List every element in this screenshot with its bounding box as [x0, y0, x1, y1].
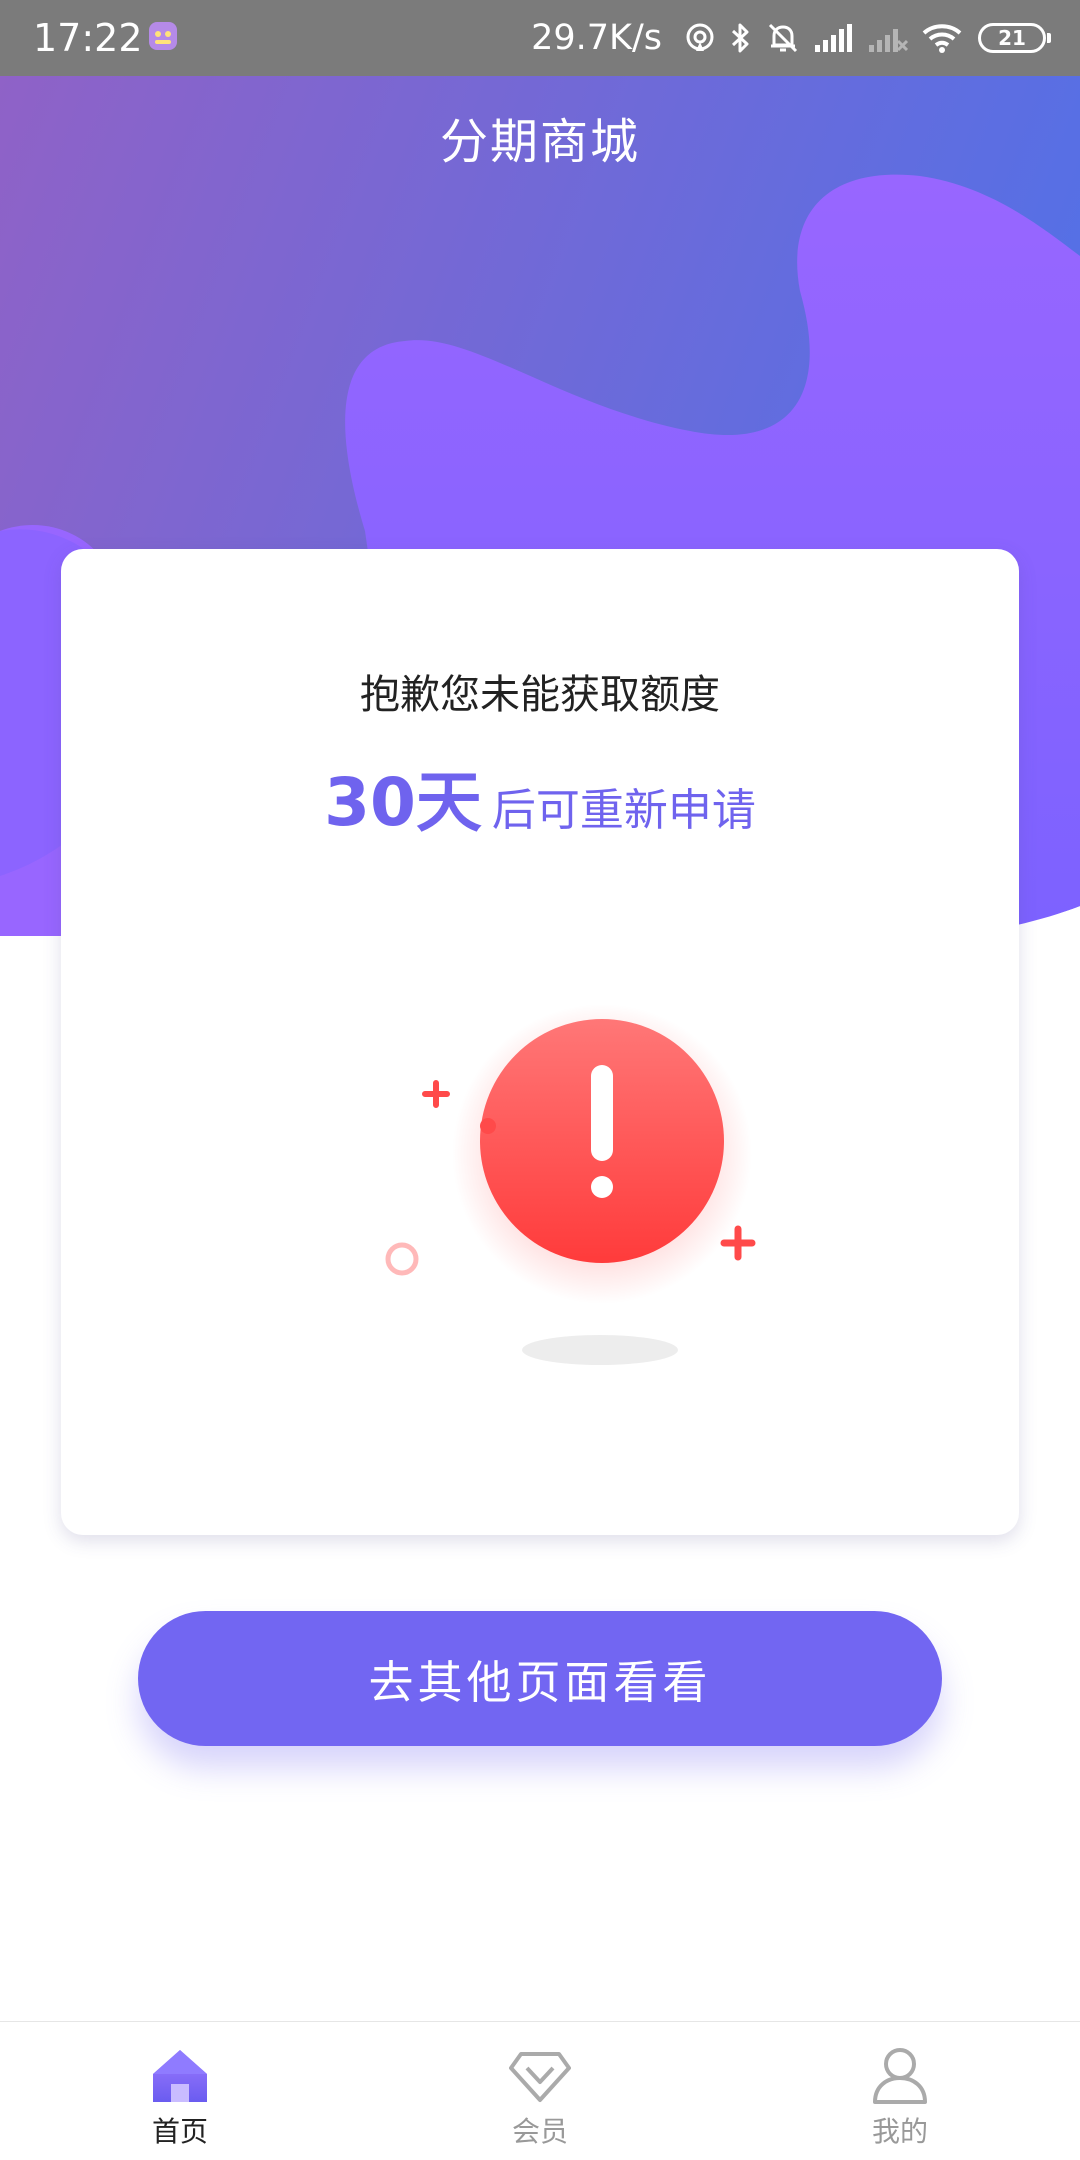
browse-other-pages-button[interactable]: 去其他页面看看	[138, 1611, 942, 1746]
tab-label: 会员	[511, 2115, 568, 2148]
wifi-icon	[922, 24, 962, 53]
user-icon	[873, 2048, 927, 2104]
tab-profile[interactable]: 我的	[720, 2022, 1080, 2160]
tab-label: 我的	[871, 2115, 928, 2148]
mute-icon	[768, 23, 798, 53]
bluetooth-icon	[731, 23, 749, 53]
status-time: 17:22	[33, 16, 143, 60]
plus-decoration-icon	[720, 1225, 756, 1261]
reapply-text: 后可重新申请	[491, 785, 756, 836]
tab-home[interactable]: 首页	[0, 2022, 360, 2160]
page-title: 分期商城	[439, 114, 640, 170]
battery-icon: 21	[978, 23, 1051, 53]
signal-no-service-icon	[869, 29, 908, 52]
result-card: 抱歉您未能获取额度 30天 后可重新申请	[61, 549, 1019, 1535]
network-speed: 29.7K/s	[531, 18, 662, 58]
exclamation-alert-icon	[385, 1004, 752, 1365]
tab-membership[interactable]: 会员	[360, 2022, 720, 2160]
bottom-tab-bar: 首页 会员 我的	[0, 2021, 1080, 2160]
home-icon	[153, 2050, 207, 2102]
app-screen: 17:22 29.7K/s 21 分期商城 抱歉您未能获取额度 30天 后可重新…	[0, 0, 1080, 2160]
tab-label: 首页	[151, 2115, 208, 2148]
reapply-days: 30天	[324, 764, 482, 841]
diamond-icon	[509, 2052, 571, 2102]
hotspot-icon	[686, 23, 714, 51]
status-bar: 17:22 29.7K/s 21	[0, 0, 1080, 76]
rejection-message: 抱歉您未能获取额度	[360, 672, 720, 718]
reapply-row: 30天 后可重新申请	[61, 763, 1019, 851]
signal-icon	[815, 24, 852, 52]
app-notification-icon	[148, 21, 178, 51]
status-icons: 29.7K/s 21	[531, 14, 1051, 62]
